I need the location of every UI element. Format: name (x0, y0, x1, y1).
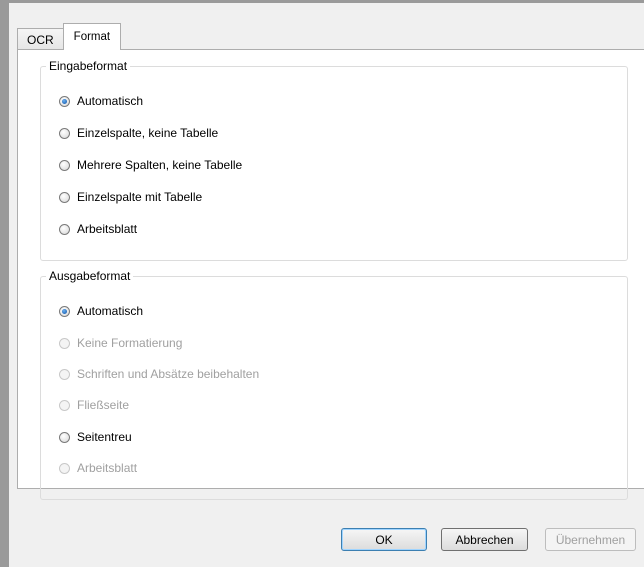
radio-button-icon[interactable] (59, 223, 70, 235)
input-option-multi-column-no-table[interactable]: Mehrere Spalten, keine Tabelle (59, 158, 242, 172)
input-option-label: Arbeitsblatt (77, 222, 138, 236)
radio-button-icon[interactable] (59, 159, 70, 171)
tab-ocr[interactable]: OCR (17, 28, 64, 50)
radio-button-icon[interactable] (59, 95, 70, 107)
radio-button-icon (59, 462, 70, 474)
output-option-label: Automatisch (77, 304, 144, 318)
output-option-label: Fließseite (77, 398, 130, 412)
output-option-flowing-page: Fließseite (59, 398, 129, 412)
radio-button-icon[interactable] (59, 305, 70, 317)
input-option-spreadsheet[interactable]: Arbeitsblatt (59, 222, 137, 236)
ok-button[interactable]: OK (341, 528, 427, 551)
output-format-group: Ausgabeformat Automatisch Keine Formatie… (40, 269, 628, 500)
output-option-label: Schriften und Absätze beibehalten (77, 367, 260, 381)
output-option-no-formatting: Keine Formatierung (59, 336, 182, 350)
radio-button-icon[interactable] (59, 127, 70, 139)
apply-button: Übernehmen (545, 528, 636, 551)
cancel-button[interactable]: Abbrechen (441, 528, 528, 551)
radio-button-icon[interactable] (59, 431, 70, 443)
output-format-legend: Ausgabeformat (46, 269, 134, 283)
tab-format[interactable]: Format (62, 23, 122, 50)
output-option-label: Seitentreu (77, 430, 132, 444)
radio-button-icon (59, 337, 70, 349)
input-format-legend: Eingabeformat (46, 59, 131, 73)
input-format-group: Eingabeformat Automatisch Einzelspalte, … (40, 59, 628, 261)
output-option-spreadsheet: Arbeitsblatt (59, 461, 137, 475)
tab-strip: OCR Format (17, 22, 122, 50)
output-option-automatic[interactable]: Automatisch (59, 304, 143, 318)
format-tab-panel: Eingabeformat Automatisch Einzelspalte, … (17, 49, 644, 500)
input-option-label: Einzelspalte mit Tabelle (77, 190, 203, 204)
radio-button-icon[interactable] (59, 191, 70, 203)
output-option-true-page[interactable]: Seitentreu (59, 430, 132, 444)
input-option-automatic[interactable]: Automatisch (59, 94, 143, 108)
input-option-label: Einzelspalte, keine Tabelle (77, 126, 219, 140)
radio-button-icon (59, 399, 70, 411)
output-option-label: Arbeitsblatt (77, 461, 138, 475)
input-option-label: Automatisch (77, 94, 144, 108)
radio-button-icon (59, 368, 70, 380)
output-option-keep-fonts-paragraphs: Schriften und Absätze beibehalten (59, 367, 259, 381)
output-option-label: Keine Formatierung (77, 336, 183, 350)
input-option-single-column-with-table[interactable]: Einzelspalte mit Tabelle (59, 190, 202, 204)
input-option-label: Mehrere Spalten, keine Tabelle (77, 158, 243, 172)
input-option-single-column-no-table[interactable]: Einzelspalte, keine Tabelle (59, 126, 218, 140)
